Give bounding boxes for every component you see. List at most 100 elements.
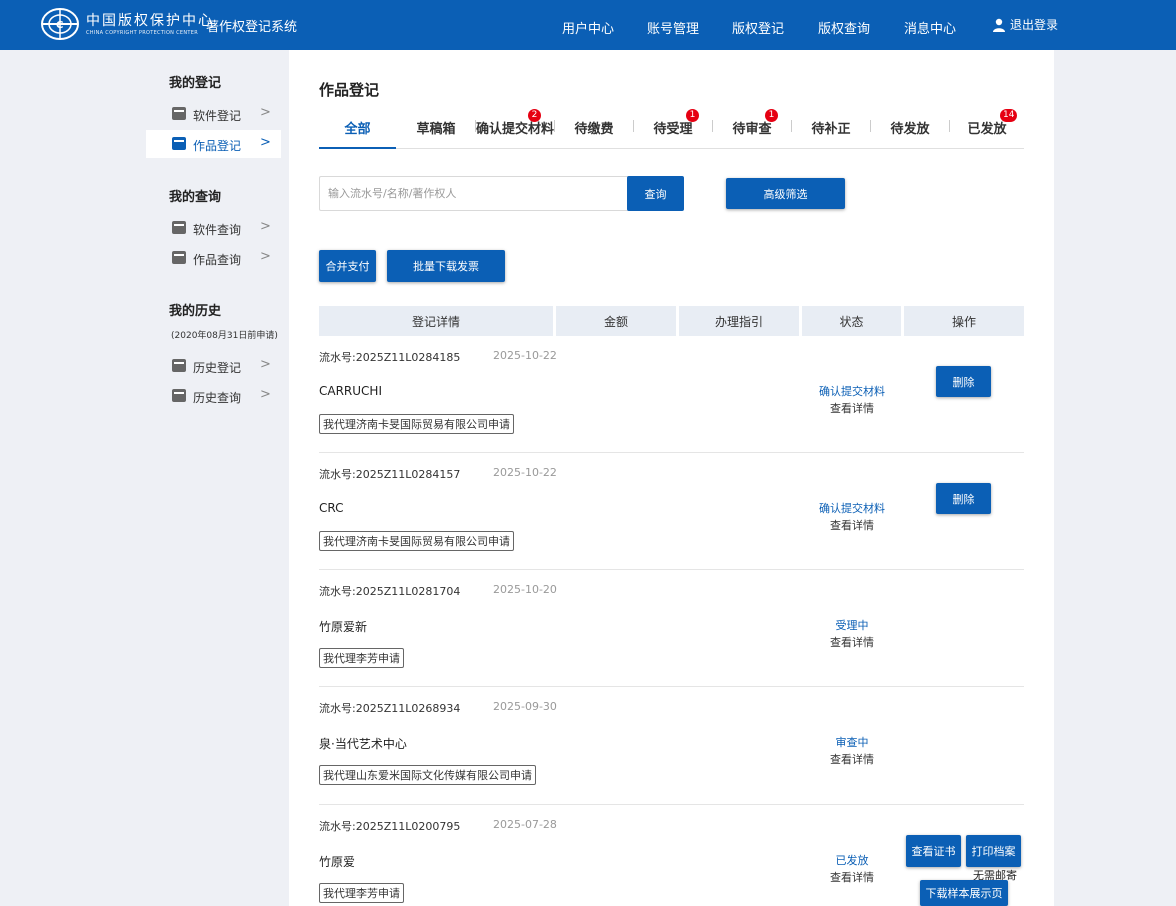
tab-pending-correction[interactable]: 待补正	[792, 114, 870, 149]
system-title: 著作权登记系统	[206, 20, 298, 35]
tab-label: 已发放	[967, 122, 1007, 137]
logo-english-text: CHINA COPYRIGHT PROTECTION CENTER	[86, 30, 198, 36]
tab-drafts[interactable]: 草稿箱	[397, 114, 475, 149]
tab-count-badge: 1	[765, 109, 778, 122]
sidebar-item-label: 软件查询	[193, 223, 242, 237]
record-agent-tag: 我代理济南卡旻国际贸易有限公司申请	[319, 531, 514, 551]
record-status: 已发放	[835, 854, 869, 867]
nav-user-center[interactable]: 用户中心	[562, 18, 614, 37]
delete-button[interactable]: 删除	[936, 483, 991, 514]
record-agent-tag: 我代理山东爱米国际文化传媒有限公司申请	[319, 765, 536, 785]
tab-pending-payment[interactable]: 待缴费	[555, 114, 633, 149]
chevron-right-icon: >	[260, 249, 271, 264]
record-date: 2025-09-30	[493, 700, 557, 713]
logout-button[interactable]: 退出登录	[992, 16, 1058, 33]
sidebar-item-label: 作品查询	[193, 253, 242, 267]
record-status: 审查中	[835, 736, 869, 749]
search-input[interactable]	[319, 176, 629, 211]
sidebar-history-note: (2020年08月31日前申请)	[171, 331, 278, 341]
table-row: 流水号:2025Z11L0284185 2025-10-22 CARRUCHI …	[319, 336, 1024, 453]
tab-issued[interactable]: 已发放 14	[950, 109, 1024, 149]
tab-label: 待受理	[653, 122, 693, 137]
advanced-filter-button[interactable]: 高级筛选	[726, 178, 845, 209]
record-name: 竹原爱新	[319, 620, 368, 634]
record-status: 确认提交材料	[819, 502, 885, 515]
software-icon	[172, 107, 186, 120]
record-name: 泉·当代艺术中心	[319, 737, 407, 751]
record-serial: 流水号:2025Z11L0281704	[319, 585, 461, 598]
chevron-right-icon: >	[260, 105, 271, 120]
work-icon	[172, 251, 186, 264]
sidebar-item-label: 作品登记	[193, 139, 242, 153]
record-name: CARRUCHI	[319, 384, 382, 398]
sidebar-heading-my-registration: 我的登记	[169, 76, 222, 91]
view-certificate-button[interactable]: 查看证书	[906, 835, 961, 867]
delete-button[interactable]: 删除	[936, 366, 991, 397]
view-detail-link[interactable]: 查看详情	[805, 517, 899, 533]
tab-label: 草稿箱	[416, 122, 456, 137]
record-date: 2025-07-28	[493, 818, 557, 831]
batch-download-invoice-button[interactable]: 批量下载发票	[387, 250, 505, 282]
sidebar-item-history-query[interactable]: 历史查询 >	[146, 382, 281, 410]
sidebar-item-work-query[interactable]: 作品查询 >	[146, 244, 281, 272]
sidebar-item-history-registration[interactable]: 历史登记 >	[146, 352, 281, 380]
tab-count-badge: 1	[686, 109, 699, 122]
sidebar-item-label: 历史查询	[193, 391, 242, 405]
download-sample-page-button[interactable]: 下载样本展示页	[920, 880, 1008, 906]
tab-count-badge: 2	[528, 109, 541, 122]
sidebar-heading-my-query: 我的查询	[169, 190, 222, 205]
tab-all[interactable]: 全部	[319, 114, 396, 149]
work-icon	[172, 137, 186, 150]
tab-confirm-materials[interactable]: 确认提交材料 2	[476, 109, 554, 149]
sidebar: 我的登记 软件登记 > 作品登记 > 我的查询 软件查询 > 作品查询 > 我的…	[146, 50, 281, 906]
table-row: 流水号:2025Z11L0268934 2025-09-30 泉·当代艺术中心 …	[319, 687, 1024, 805]
record-date: 2025-10-22	[493, 466, 557, 479]
svg-text:C: C	[56, 20, 63, 31]
record-agent-tag: 我代理济南卡旻国际贸易有限公司申请	[319, 414, 514, 434]
view-detail-link[interactable]: 查看详情	[805, 751, 899, 767]
sidebar-item-software-query[interactable]: 软件查询 >	[146, 214, 281, 242]
table-header-details: 登记详情	[319, 306, 553, 336]
sidebar-heading-my-history: 我的历史	[169, 304, 222, 319]
record-serial: 流水号:2025Z11L0200795	[319, 820, 461, 833]
record-serial: 流水号:2025Z11L0284185	[319, 351, 461, 364]
nav-copyright-query[interactable]: 版权查询	[818, 18, 870, 37]
table-row: 流水号:2025Z11L0281704 2025-10-20 竹原爱新 我代理李…	[319, 570, 1024, 687]
tab-label: 全部	[344, 122, 371, 137]
tab-label: 待审查	[732, 122, 772, 137]
tab-pending-review[interactable]: 待审查 1	[713, 109, 791, 149]
history-icon	[172, 389, 186, 402]
history-icon	[172, 359, 186, 372]
sidebar-item-software-registration[interactable]: 软件登记 >	[146, 100, 281, 128]
view-detail-link[interactable]: 查看详情	[805, 869, 899, 885]
table-header-status: 状态	[802, 306, 901, 336]
record-agent-tag: 我代理李芳申请	[319, 883, 404, 903]
sidebar-item-work-registration[interactable]: 作品登记 >	[146, 130, 281, 158]
record-status: 受理中	[835, 619, 869, 632]
nav-message-center[interactable]: 消息中心	[904, 18, 956, 37]
print-archive-button[interactable]: 打印档案	[966, 835, 1021, 867]
nav-copyright-registration[interactable]: 版权登记	[732, 18, 784, 37]
logout-label: 退出登录	[1010, 18, 1059, 32]
table-header-guide: 办理指引	[679, 306, 799, 336]
search-button[interactable]: 查询	[627, 176, 684, 211]
tab-count-badge: 14	[1000, 109, 1018, 122]
tab-pending-acceptance[interactable]: 待受理 1	[634, 109, 712, 149]
tab-pending-issue[interactable]: 待发放	[871, 114, 949, 149]
main-panel: 作品登记 全部 草稿箱 确认提交材料 2 待缴费 待受理 1 待审查 1 待补正 待发…	[289, 50, 1054, 906]
merge-pay-button[interactable]: 合并支付	[319, 250, 376, 282]
table-header-amount: 金额	[556, 306, 676, 336]
chevron-right-icon: >	[260, 219, 271, 234]
nav-account-management[interactable]: 账号管理	[647, 18, 699, 37]
view-detail-link[interactable]: 查看详情	[805, 400, 899, 416]
page-title: 作品登记	[319, 81, 380, 99]
record-serial: 流水号:2025Z11L0284157	[319, 468, 461, 481]
view-detail-link[interactable]: 查看详情	[805, 634, 899, 650]
logo-chinese-text: 中国版权保护中心	[86, 13, 214, 29]
chevron-right-icon: >	[260, 135, 271, 150]
chevron-right-icon: >	[260, 387, 271, 402]
top-navbar: C 中国版权保护中心 CHINA COPYRIGHT PROTECTION CE…	[0, 0, 1176, 50]
user-icon	[993, 18, 1005, 32]
record-date: 2025-10-20	[493, 583, 557, 596]
sidebar-item-label: 软件登记	[193, 109, 242, 123]
